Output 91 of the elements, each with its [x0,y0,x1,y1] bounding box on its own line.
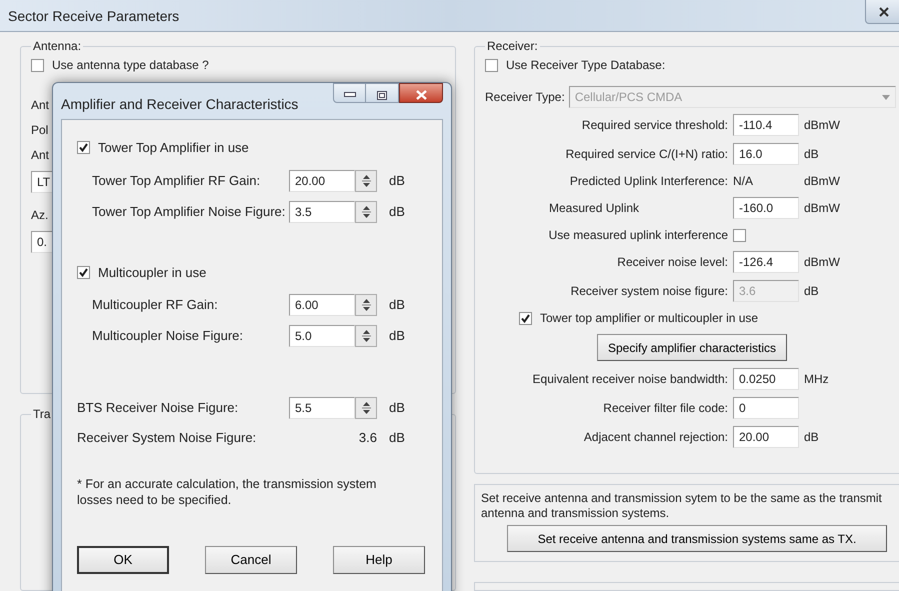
field-label: BTS Receiver Noise Figure: [77,399,240,418]
input-field[interactable]: 16.0 [733,143,799,165]
group-label: Antenna: [32,40,82,52]
input-field[interactable]: 20.00 [733,426,799,448]
unit-label: dB [388,172,406,190]
group-label: Receiver: [486,40,539,52]
field-label: Multicoupler Noise Figure: [91,327,244,346]
input-field[interactable]: -110.4 [733,114,799,136]
checkbox-label: Tower top amplifier or multicoupler in use [540,310,758,327]
unit-label: dB [804,283,820,300]
field-label: Adjacent channel rejection: [582,429,728,446]
spinner-arrows-icon [362,401,370,415]
spinner-arrows-icon [362,329,370,343]
checkbox-label: Use antenna type database ? [52,57,209,74]
field-label: Tower Top Amplifier Noise Figure: [91,202,286,221]
dialog-button[interactable]: Cancel [205,546,297,574]
unit-label: dB [388,202,406,221]
specify-button[interactable]: Specify amplifier characteristics [597,334,788,361]
minimize-icon [344,92,356,98]
field-label: Receiver System Noise Figure: [77,429,258,447]
checkbox-label: Use measured uplink interference [548,227,728,244]
checkbox[interactable] [31,58,44,72]
checkbox-label: Tower Top Amplifier in use [98,139,249,157]
field-label: Ant [31,147,50,164]
field-label: Receiver filter file code: [602,400,728,417]
unit-label: dB [388,429,406,447]
caret-icon [882,94,890,100]
window-title: Sector Receive Parameters [7,7,180,26]
unit-label: dB [804,429,820,446]
input-field[interactable]: -160.0 [733,197,799,219]
unit-label: dB [388,327,406,346]
input-field[interactable]: 0.0250 [733,368,799,390]
same-as-tx-button[interactable]: Set receive antenna and transmission systems same as TX. [507,525,887,552]
checkbox[interactable] [485,58,498,72]
input-field[interactable]: 6.00 [289,294,355,316]
input-field[interactable]: 0 [733,397,799,419]
field-label: Measured Uplink [548,200,640,217]
spinner-arrows-icon [362,298,370,312]
unit-label: dBmW [804,254,841,271]
spinner-arrows-icon [362,204,370,218]
close-button[interactable] [399,83,443,103]
minimize-button[interactable] [333,83,366,103]
maximize-icon [377,90,387,100]
checkbox[interactable] [733,228,746,242]
unit-label: dB [388,399,406,418]
field-label: Equivalent receiver noise bandwidth: [532,371,728,388]
field-label: Required service threshold: [580,117,728,134]
unit-label: dBmW [804,117,841,134]
spinner-arrows-icon [362,174,370,188]
spin-button[interactable] [355,200,377,222]
field-label: Az. [31,207,48,224]
checkbox[interactable] [519,312,532,324]
field-label: Required service C/(I+N) ratio: [564,146,728,163]
input-field[interactable]: 5.0 [289,325,355,347]
field-label: Predicted Uplink Interference: [568,173,728,190]
dialog-title: Amplifier and Receiver Characteristics [61,95,298,114]
checkbox-label: Multicoupler in use [98,264,206,282]
unit-label: dB [804,146,820,163]
ok-button[interactable]: OK [77,546,169,574]
group-label: Tra [32,408,52,420]
field-label: Receiver system noise figure: [570,283,728,300]
unit-label: MHz [804,371,830,388]
input-field[interactable]: 20.00 [289,170,355,192]
spin-button[interactable] [355,294,377,316]
spin-button[interactable] [355,170,377,192]
dialog-button[interactable]: Help [333,546,425,574]
spin-button[interactable] [355,397,377,419]
input-field[interactable]: 5.5 [289,397,355,419]
unit-label: dBmW [804,200,841,217]
checkbox-label: Use Receiver Type Database: [506,57,666,74]
field-label: Tower Top Amplifier RF Gain: [91,172,262,190]
field-label: Multicoupler RF Gain: [91,296,219,314]
spin-button[interactable] [355,325,377,347]
description-text: Set receive antenna and transmission sytem to be the same as the transmit antenna and transmission systems. [481,491,883,521]
unit-label: dB [388,296,406,314]
maximize-button[interactable] [366,83,399,103]
checkbox[interactable] [77,266,90,279]
field-label: Receiver Type: [485,89,565,106]
close-icon [416,90,426,100]
field-label: Pol [31,122,48,139]
close-button[interactable] [865,0,899,24]
close-icon [879,7,889,18]
field-value: 3.6 [358,429,377,447]
note-text: * For an accurate calculation, the transmission system losses need to be specified. [77,476,378,508]
field-label: Receiver noise level: [616,254,728,271]
checkbox[interactable] [77,141,90,154]
input-field[interactable]: -126.4 [733,251,799,273]
unit-label: dBmW [804,173,841,190]
field-label: Ant [31,97,50,114]
field-value: N/A [733,173,754,190]
input-field[interactable]: 3.5 [289,200,355,222]
